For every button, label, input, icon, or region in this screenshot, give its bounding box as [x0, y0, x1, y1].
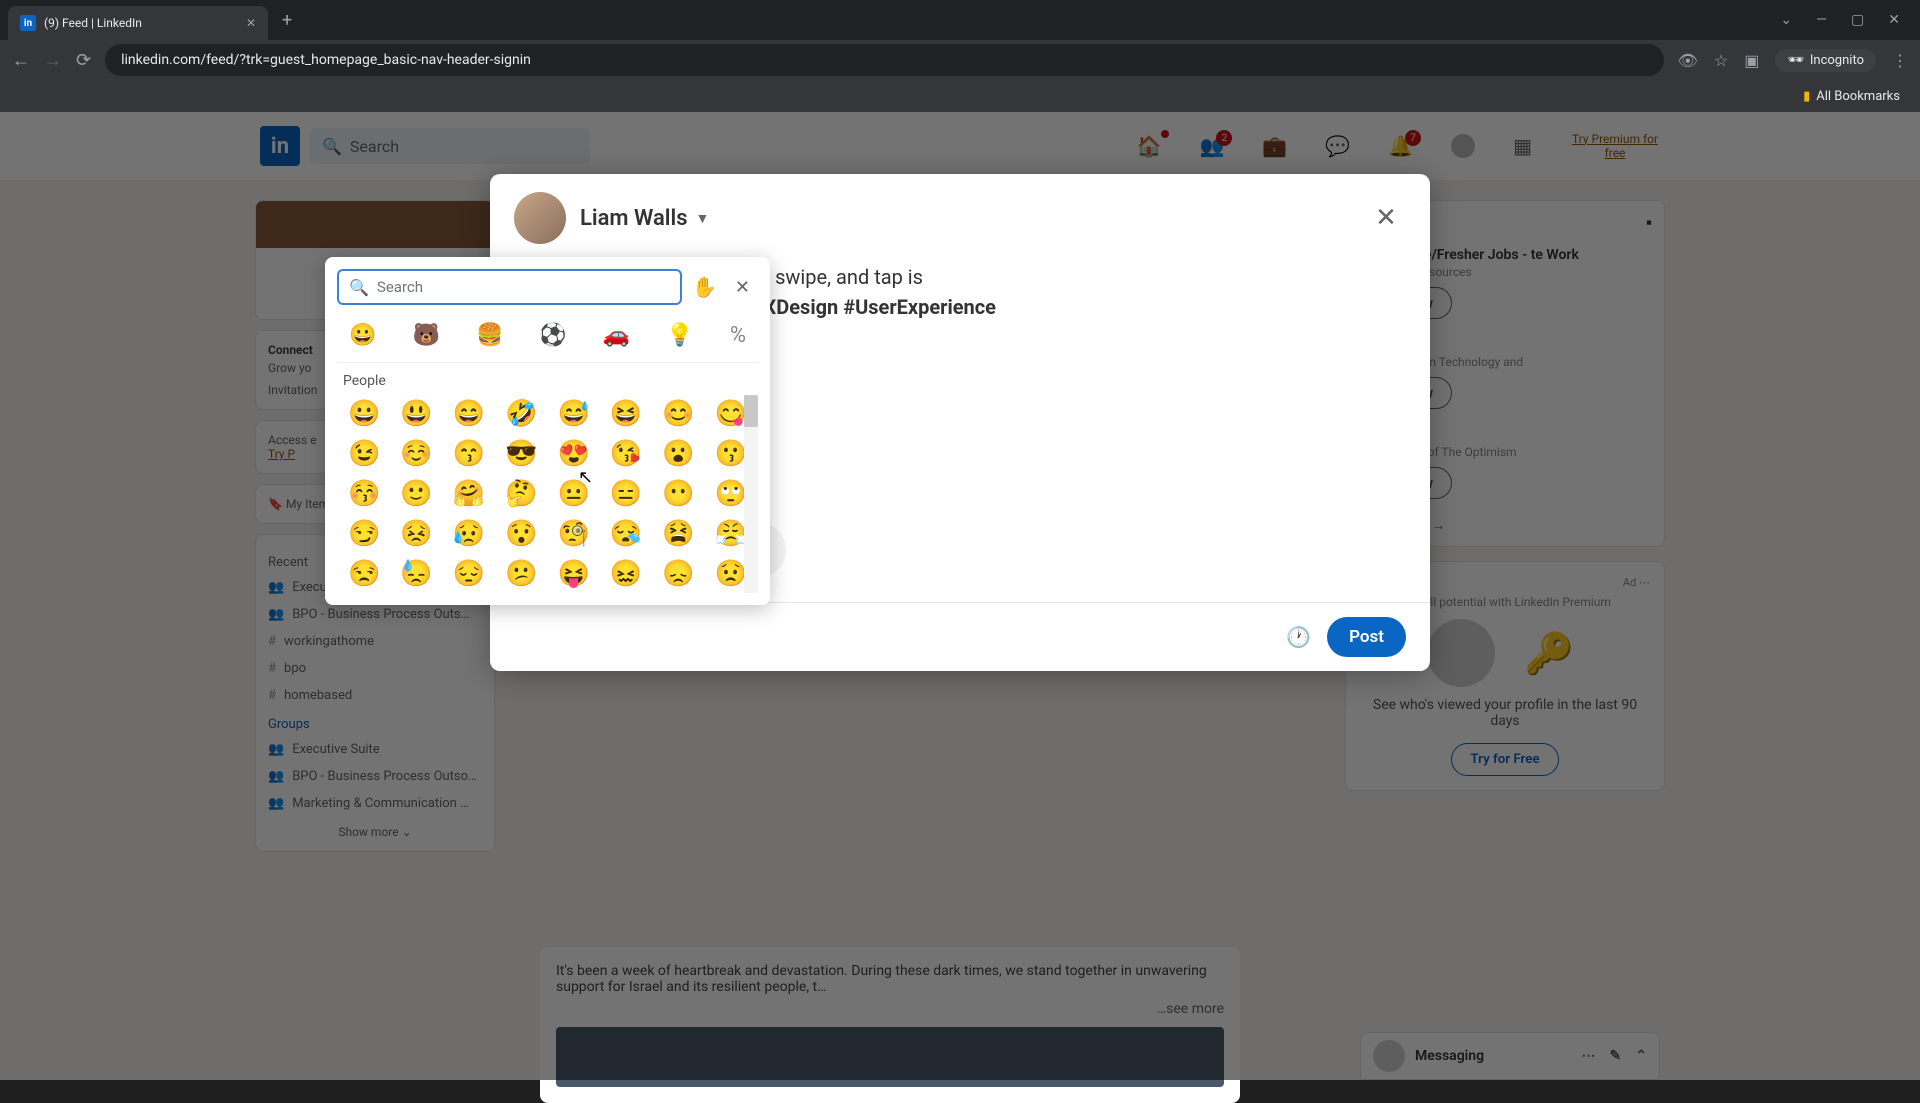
emoji-grid: 😀😃😄🤣😅😆😊😋😉☺️😙😎😍😘😮😗😚🙂🤗🤔😐😑😶🙄😏😣😥😯🧐😪😫😤😒😓😔😕😝😖😞… — [337, 395, 758, 593]
emoji-option[interactable]: 😙 — [446, 437, 492, 471]
emoji-option[interactable]: 😏 — [341, 517, 387, 551]
eye-off-icon[interactable]: 👁 — [1678, 51, 1698, 70]
search-icon: 🔍 — [349, 278, 369, 297]
close-window-icon[interactable]: ✕ — [1888, 12, 1900, 28]
forward-icon: → — [44, 50, 62, 71]
emoji-option[interactable]: 😞 — [655, 557, 701, 591]
emoji-option[interactable]: 😐 — [551, 477, 597, 511]
emoji-category-tab[interactable]: % — [726, 319, 750, 352]
reload-icon[interactable]: ⟳ — [76, 50, 91, 71]
minimize-icon[interactable]: — — [1816, 12, 1827, 28]
emoji-option[interactable]: ☺️ — [393, 437, 439, 471]
post-button[interactable]: Post — [1327, 617, 1406, 657]
emoji-option[interactable]: 😒 — [341, 557, 387, 591]
incognito-badge: 🕶 Incognito — [1775, 49, 1876, 72]
emoji-option[interactable]: 😥 — [446, 517, 492, 551]
window-controls: ⌄ — ▢ ✕ — [1780, 12, 1912, 28]
emoji-option[interactable]: 😆 — [603, 397, 649, 431]
emoji-category-tab[interactable]: 🐻 — [408, 319, 443, 352]
emoji-option[interactable]: 😔 — [446, 557, 492, 591]
kebab-menu-icon[interactable]: ⋮ — [1892, 51, 1908, 70]
chevron-down-icon: ▼ — [696, 210, 710, 227]
url-text: linkedin.com/feed/?trk=guest_homepage_ba… — [121, 52, 531, 68]
emoji-option[interactable]: 😪 — [603, 517, 649, 551]
emoji-option[interactable]: 😚 — [341, 477, 387, 511]
emoji-option[interactable]: 🤣 — [498, 397, 544, 431]
emoji-option[interactable]: 🤗 — [446, 477, 492, 511]
tab-close-icon[interactable]: ✕ — [246, 16, 256, 30]
emoji-category-tab[interactable]: 🚗 — [599, 319, 634, 352]
emoji-category-tab[interactable]: 💡 — [662, 319, 697, 352]
author-avatar[interactable] — [514, 192, 566, 244]
emoji-category-tab[interactable]: 😀 — [345, 319, 380, 352]
emoji-scrollbar[interactable] — [744, 395, 758, 593]
tab-title: (9) Feed | LinkedIn — [44, 16, 142, 30]
schedule-icon[interactable]: 🕐 — [1286, 625, 1311, 649]
skin-tone-selector[interactable]: ✋ — [692, 275, 717, 299]
emoji-option[interactable]: 😯 — [498, 517, 544, 551]
emoji-picker: 🔍 ✋ ✕ 😀 🐻 🍔 ⚽ 🚗 💡% People 😀😃😄🤣😅😆😊😋😉☺️😙😎😍😘😮😗😚🙂… — [325, 257, 770, 605]
emoji-option[interactable]: 🤔 — [498, 477, 544, 511]
browser-tab-strip: in (9) Feed | LinkedIn ✕ + ⌄ — ▢ ✕ — [0, 0, 1920, 40]
emoji-option[interactable]: 😕 — [498, 557, 544, 591]
emoji-option[interactable]: 😃 — [393, 397, 439, 431]
address-bar: ← → ⟳ linkedin.com/feed/?trk=guest_homep… — [0, 40, 1920, 80]
bookmark-folder-icon: ▮ — [1803, 89, 1810, 104]
incognito-icon: 🕶 — [1787, 53, 1804, 68]
emoji-option[interactable]: 😍 — [551, 437, 597, 471]
emoji-category-tab[interactable]: 🍔 — [472, 319, 507, 352]
close-modal-button[interactable]: ✕ — [1366, 198, 1406, 238]
emoji-option[interactable]: 😫 — [655, 517, 701, 551]
emoji-picker-close-icon[interactable]: ✕ — [727, 273, 758, 302]
emoji-option[interactable]: 😶 — [655, 477, 701, 511]
emoji-option[interactable]: 😊 — [655, 397, 701, 431]
emoji-option[interactable]: 🧐 — [551, 517, 597, 551]
emoji-category-tabs: 😀 🐻 🍔 ⚽ 🚗 💡% — [337, 315, 758, 363]
emoji-category-tab[interactable]: ⚽ — [535, 319, 570, 352]
emoji-search-input[interactable] — [377, 278, 670, 296]
url-field[interactable]: linkedin.com/feed/?trk=guest_homepage_ba… — [105, 44, 1663, 76]
bookmarks-bar: ▮ All Bookmarks — [0, 80, 1920, 112]
emoji-option[interactable]: 😄 — [446, 397, 492, 431]
back-icon[interactable]: ← — [12, 50, 30, 71]
emoji-option[interactable]: 😀 — [341, 397, 387, 431]
new-tab-button[interactable]: + — [282, 10, 292, 31]
extensions-icon[interactable]: ▣ — [1744, 51, 1759, 70]
emoji-search-field[interactable]: 🔍 — [337, 269, 682, 305]
author-selector[interactable]: Liam Walls ▼ — [580, 206, 709, 231]
emoji-option[interactable]: 🙂 — [393, 477, 439, 511]
emoji-option[interactable]: 😉 — [341, 437, 387, 471]
emoji-option[interactable]: 😖 — [603, 557, 649, 591]
emoji-section-label: People — [337, 363, 758, 395]
emoji-option[interactable]: 😝 — [551, 557, 597, 591]
emoji-option[interactable]: 😎 — [498, 437, 544, 471]
emoji-option[interactable]: 😣 — [393, 517, 439, 551]
maximize-icon[interactable]: ▢ — [1851, 12, 1864, 28]
linkedin-favicon: in — [20, 15, 36, 31]
emoji-option[interactable]: 😘 — [603, 437, 649, 471]
browser-tab[interactable]: in (9) Feed | LinkedIn ✕ — [8, 6, 268, 40]
emoji-option[interactable]: 😮 — [655, 437, 701, 471]
chevron-down-icon[interactable]: ⌄ — [1780, 12, 1792, 28]
all-bookmarks-link[interactable]: All Bookmarks — [1816, 89, 1900, 104]
emoji-option[interactable]: 😓 — [393, 557, 439, 591]
emoji-option[interactable]: 😑 — [603, 477, 649, 511]
emoji-option[interactable]: 😅 — [551, 397, 597, 431]
star-icon[interactable]: ☆ — [1714, 51, 1728, 70]
